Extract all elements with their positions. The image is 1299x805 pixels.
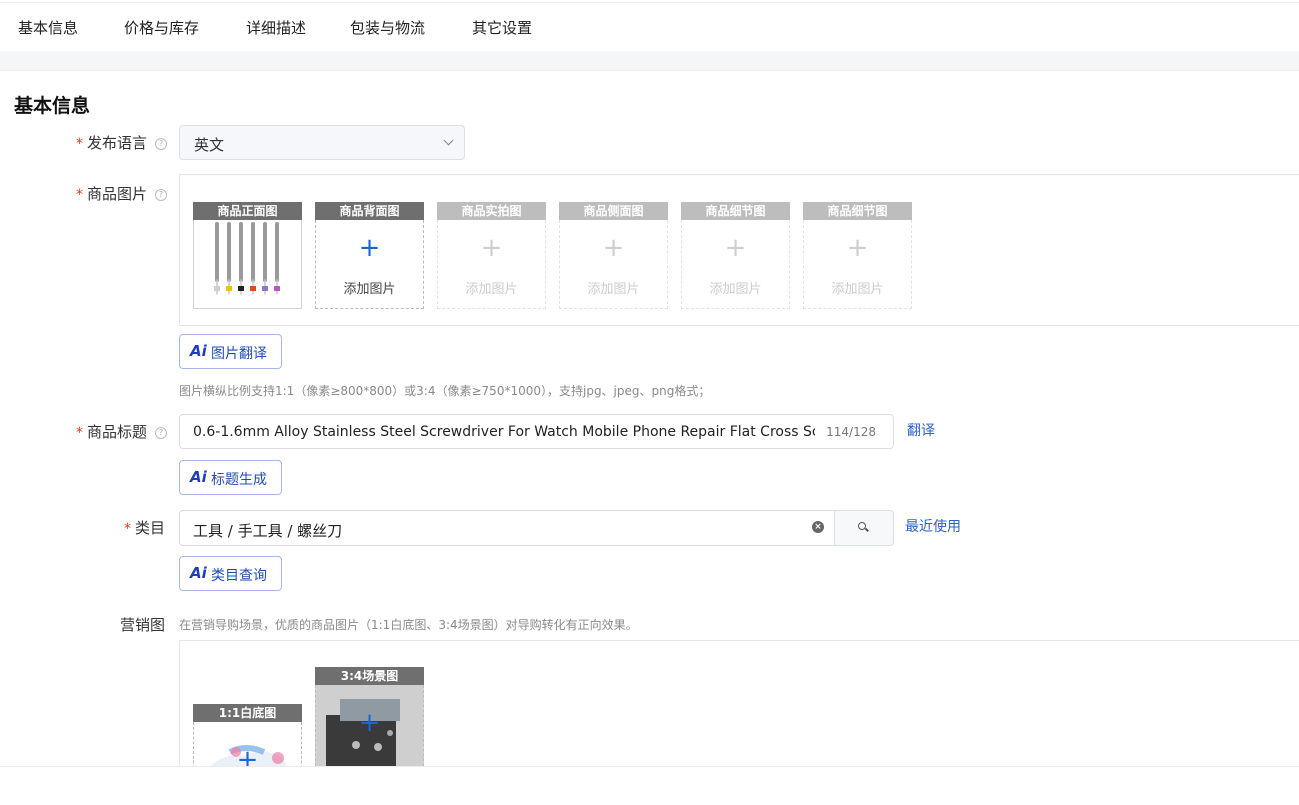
- ai-icon: Ai: [190, 468, 207, 486]
- image-slot-title: 商品细节图: [803, 202, 912, 220]
- bottom-area: [0, 767, 1299, 805]
- title-generate-button[interactable]: Ai 标题生成: [179, 460, 282, 495]
- help-icon[interactable]: ?: [155, 137, 168, 150]
- image-slot-dropzone: + 添加图片: [681, 220, 790, 309]
- category-query-label: 类目查询: [211, 568, 267, 584]
- section-title: 基本信息: [14, 95, 91, 117]
- title-generate-label: 标题生成: [211, 472, 267, 488]
- image-slot-title: 商品背面图: [315, 202, 424, 220]
- ai-icon: Ai: [190, 342, 207, 360]
- product-title-input[interactable]: 0.6-1.6mm Alloy Stainless Steel Screwdri…: [179, 414, 894, 449]
- clear-icon[interactable]: ×: [812, 521, 824, 533]
- category-value: 工具 / 手工具 / 螺丝刀: [193, 522, 343, 540]
- image-slot-detail-2: 商品细节图 + 添加图片: [803, 202, 912, 310]
- image-slot-title: 商品细节图: [681, 202, 790, 220]
- recent-used-link[interactable]: 最近使用: [905, 516, 961, 536]
- image-slot-back[interactable]: 商品背面图 + 添加图片: [315, 202, 424, 310]
- tab-packaging-logistics[interactable]: 包装与物流: [350, 17, 425, 38]
- plus-icon: +: [358, 233, 381, 263]
- form-tab-bar: 基本信息 价格与库存 详细描述 包装与物流 其它设置: [0, 2, 1299, 52]
- screwdriver-set-image: [214, 222, 280, 295]
- image-slot-dropzone: + 添加图片: [559, 220, 668, 309]
- search-icon: [858, 522, 866, 530]
- product-images-label: * 商品图片?: [76, 183, 168, 204]
- tab-other-settings[interactable]: 其它设置: [472, 17, 532, 38]
- required-mark: *: [76, 136, 83, 152]
- tab-description[interactable]: 详细描述: [246, 17, 306, 38]
- marketing-scene-image: +: [315, 685, 424, 776]
- image-slot-title: 商品侧面图: [559, 202, 668, 220]
- image-translate-button[interactable]: Ai 图片翻译: [179, 334, 282, 369]
- marketing-slot-scene[interactable]: 3:4场景图 +: [315, 667, 424, 777]
- translate-link[interactable]: 翻译: [907, 420, 935, 440]
- required-mark: *: [76, 425, 83, 441]
- category-search-button[interactable]: [834, 510, 894, 546]
- section-divider: [0, 51, 1299, 71]
- image-slot-dropzone: + 添加图片: [803, 220, 912, 309]
- image-format-hint: 图片横纵比例支持1:1（像素≥800*800）或3:4（像素≥750*1000）…: [179, 384, 711, 398]
- product-title-value: 0.6-1.6mm Alloy Stainless Steel Screwdri…: [193, 424, 815, 440]
- marketing-slot-white-bg[interactable]: 1:1白底图 +: [193, 704, 302, 783]
- help-icon[interactable]: ?: [155, 188, 168, 201]
- image-slot-detail-1: 商品细节图 + 添加图片: [681, 202, 790, 310]
- add-image-text: 添加图片: [465, 282, 518, 297]
- image-translate-label: 图片翻译: [211, 346, 267, 362]
- image-slot-title: 商品正面图: [193, 202, 302, 220]
- product-front-image: [193, 220, 302, 309]
- chevron-down-icon: [443, 135, 454, 146]
- add-image-text: 添加图片: [587, 282, 640, 297]
- language-label: * 发布语言?: [76, 132, 168, 153]
- required-mark: *: [124, 521, 131, 537]
- language-select-value: 英文: [194, 136, 225, 154]
- char-counter: 114/128: [826, 425, 876, 439]
- image-slot-title: 商品实拍图: [437, 202, 546, 220]
- plus-icon: +: [480, 233, 503, 263]
- language-select[interactable]: 英文: [179, 125, 465, 160]
- category-input[interactable]: 工具 / 手工具 / 螺丝刀 ×: [179, 510, 835, 546]
- product-title-label: * 商品标题?: [76, 421, 168, 442]
- required-mark: *: [76, 187, 83, 203]
- add-image-text: 添加图片: [709, 282, 762, 297]
- marketing-label: 营销图: [120, 616, 166, 634]
- image-slot-title: 3:4场景图: [315, 667, 424, 685]
- image-slot-real-shot: 商品实拍图 + 添加图片: [437, 202, 546, 310]
- add-image-text: 添加图片: [343, 282, 396, 297]
- plus-icon: +: [602, 233, 625, 263]
- image-slot-side: 商品侧面图 + 添加图片: [559, 202, 668, 310]
- plus-icon: +: [724, 233, 747, 263]
- image-slot-front[interactable]: 商品正面图: [193, 202, 302, 310]
- marketing-hint: 在营销导购场景，优质的商品图片（1:1白底图、3:4场景图）对导购转化有正向效果…: [179, 618, 638, 632]
- image-slot-dropzone: + 添加图片: [437, 220, 546, 309]
- category-label: * 类目: [124, 519, 166, 537]
- tab-basic-info[interactable]: 基本信息: [18, 17, 78, 38]
- tab-price-stock[interactable]: 价格与库存: [124, 17, 199, 38]
- category-query-button[interactable]: Ai 类目查询: [179, 556, 282, 591]
- add-image-text: 添加图片: [831, 282, 884, 297]
- plus-icon: +: [358, 708, 381, 738]
- image-slot-dropzone[interactable]: + 添加图片: [315, 220, 424, 309]
- image-slot-title: 1:1白底图: [193, 704, 302, 722]
- help-icon[interactable]: ?: [155, 426, 168, 439]
- ai-icon: Ai: [190, 564, 207, 582]
- plus-icon: +: [846, 233, 869, 263]
